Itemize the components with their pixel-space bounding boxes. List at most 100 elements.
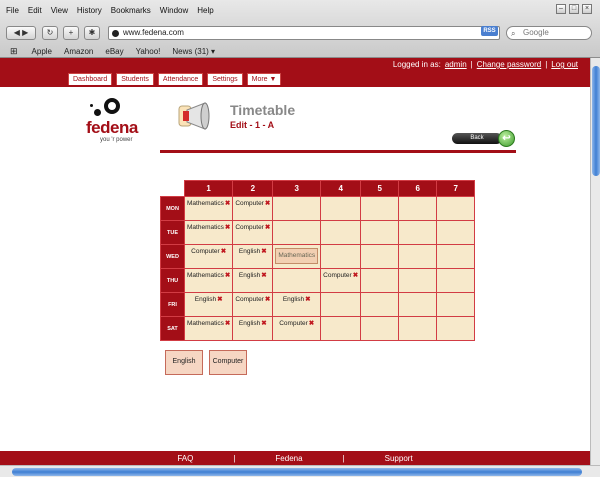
remove-icon[interactable]: ✖ [225, 200, 230, 207]
timetable-cell[interactable] [398, 292, 438, 317]
timetable-cell[interactable] [320, 316, 362, 341]
timetable-cell[interactable] [360, 268, 400, 293]
maximize-icon[interactable]: □ [569, 4, 579, 14]
remove-icon[interactable]: ✖ [265, 224, 270, 231]
timetable-cell[interactable] [320, 220, 362, 245]
footer-faq-link[interactable]: FAQ [177, 454, 193, 463]
reload-icon[interactable]: ↻ [42, 26, 58, 40]
timetable-cell[interactable] [436, 196, 476, 221]
remove-icon[interactable]: ✖ [221, 248, 226, 255]
timetable-cell[interactable]: Computer✖ [320, 268, 362, 293]
tab-attendance[interactable]: Attendance [157, 73, 204, 85]
timetable-cell[interactable] [436, 316, 476, 341]
search-input[interactable]: ⌕ Google [506, 26, 592, 40]
timetable-cell[interactable]: Computer✖ [183, 244, 234, 269]
remove-icon[interactable]: ✖ [261, 272, 266, 279]
bookmark-apple[interactable]: Apple [32, 47, 52, 56]
timetable-cell[interactable] [320, 292, 362, 317]
bug-icon[interactable]: ✱ [84, 26, 100, 40]
timetable-cell[interactable]: Mathematics✖ [183, 220, 234, 245]
menu-help[interactable]: Help [197, 6, 213, 15]
timetable-cell[interactable]: Mathematics✖ [183, 316, 234, 341]
timetable-cell[interactable] [436, 220, 476, 245]
bookmark-yahoo[interactable]: Yahoo! [136, 47, 161, 56]
remove-icon[interactable]: ✖ [309, 320, 314, 327]
footer-support-link[interactable]: Support [385, 454, 413, 463]
remove-icon[interactable]: ✖ [261, 248, 266, 255]
timetable-cell[interactable]: English✖ [232, 244, 274, 269]
timetable-cell[interactable]: English✖ [272, 292, 322, 317]
scroll-thumb[interactable] [592, 66, 600, 176]
timetable-cell[interactable] [436, 244, 476, 269]
bookmark-news[interactable]: News (31) ▾ [172, 47, 215, 56]
timetable-cell[interactable]: Computer✖ [232, 292, 274, 317]
menu-view[interactable]: View [51, 6, 68, 15]
menu-edit[interactable]: Edit [28, 6, 42, 15]
timetable-cell[interactable]: Mathematics✖ [183, 268, 234, 293]
timetable-cell[interactable] [360, 292, 400, 317]
close-icon[interactable]: × [582, 4, 592, 14]
menu-file[interactable]: File [6, 6, 19, 15]
timetable-cell[interactable] [360, 196, 400, 221]
timetable-cell[interactable] [272, 220, 322, 245]
timetable-cell[interactable] [398, 268, 438, 293]
tab-more[interactable]: More ▼ [246, 73, 282, 85]
timetable-cell[interactable]: Mathematics✖ [183, 196, 234, 221]
rss-badge[interactable]: RSS [481, 26, 498, 36]
timetable-cell[interactable] [272, 268, 322, 293]
user-link[interactable]: admin [445, 60, 467, 69]
menu-bookmarks[interactable]: Bookmarks [111, 6, 151, 15]
logout-link[interactable]: Log out [551, 60, 578, 69]
timetable-cell[interactable]: English✖ [232, 316, 274, 341]
timetable-cell[interactable] [436, 268, 476, 293]
bookmark-amazon[interactable]: Amazon [64, 47, 93, 56]
add-bookmark-icon[interactable]: + [63, 26, 79, 40]
book-icon[interactable]: ⊞ [10, 46, 18, 57]
remove-icon[interactable]: ✖ [261, 320, 266, 327]
timetable-cell[interactable]: English✖ [232, 268, 274, 293]
fedena-logo[interactable]: fedena you 'r power [86, 96, 146, 146]
timetable-cell[interactable]: Computer✖ [272, 316, 322, 341]
timetable-cell[interactable] [360, 244, 400, 269]
address-bar[interactable]: www.fedena.com [108, 26, 500, 40]
timetable-cell[interactable] [360, 316, 400, 341]
menu-window[interactable]: Window [160, 6, 188, 15]
timetable-cell[interactable] [320, 196, 362, 221]
horizontal-scrollbar[interactable] [0, 465, 600, 477]
timetable-cell[interactable] [360, 220, 400, 245]
timetable-cell[interactable]: Mathematics [272, 244, 322, 269]
timetable-cell[interactable] [398, 196, 438, 221]
back-forward-buttons[interactable]: ◀ ▶ [6, 26, 36, 40]
timetable-cell[interactable] [436, 292, 476, 317]
subject-chip-english[interactable]: English [165, 350, 203, 375]
timetable-cell[interactable] [320, 244, 362, 269]
timetable-cell[interactable] [398, 220, 438, 245]
remove-icon[interactable]: ✖ [265, 296, 270, 303]
footer-fedena-link[interactable]: Fedena [275, 454, 302, 463]
tab-dashboard[interactable]: Dashboard [68, 73, 113, 85]
remove-icon[interactable]: ✖ [305, 296, 310, 303]
timetable-cell[interactable]: Computer✖ [232, 196, 274, 221]
scroll-thumb[interactable] [12, 468, 582, 476]
minimize-icon[interactable]: – [556, 4, 566, 14]
timetable-cell[interactable] [272, 196, 322, 221]
change-password-link[interactable]: Change password [477, 60, 541, 69]
remove-icon[interactable]: ✖ [225, 272, 230, 279]
timetable-cell[interactable]: English✖ [183, 292, 234, 317]
back-arrow-icon[interactable]: ↩ [498, 130, 515, 147]
remove-icon[interactable]: ✖ [217, 296, 222, 303]
remove-icon[interactable]: ✖ [225, 224, 230, 231]
vertical-scrollbar[interactable] [590, 58, 600, 465]
bookmark-ebay[interactable]: eBay [105, 47, 123, 56]
remove-icon[interactable]: ✖ [225, 320, 230, 327]
remove-icon[interactable]: ✖ [353, 272, 358, 279]
timetable-cell[interactable] [398, 244, 438, 269]
subject-chip-computer[interactable]: Computer [209, 350, 247, 375]
tab-settings[interactable]: Settings [207, 73, 243, 85]
tab-students[interactable]: Students [116, 73, 154, 85]
back-button[interactable]: Back [452, 133, 502, 144]
remove-icon[interactable]: ✖ [265, 200, 270, 207]
timetable-cell[interactable] [398, 316, 438, 341]
menu-history[interactable]: History [77, 6, 102, 15]
timetable-cell[interactable]: Computer✖ [232, 220, 274, 245]
